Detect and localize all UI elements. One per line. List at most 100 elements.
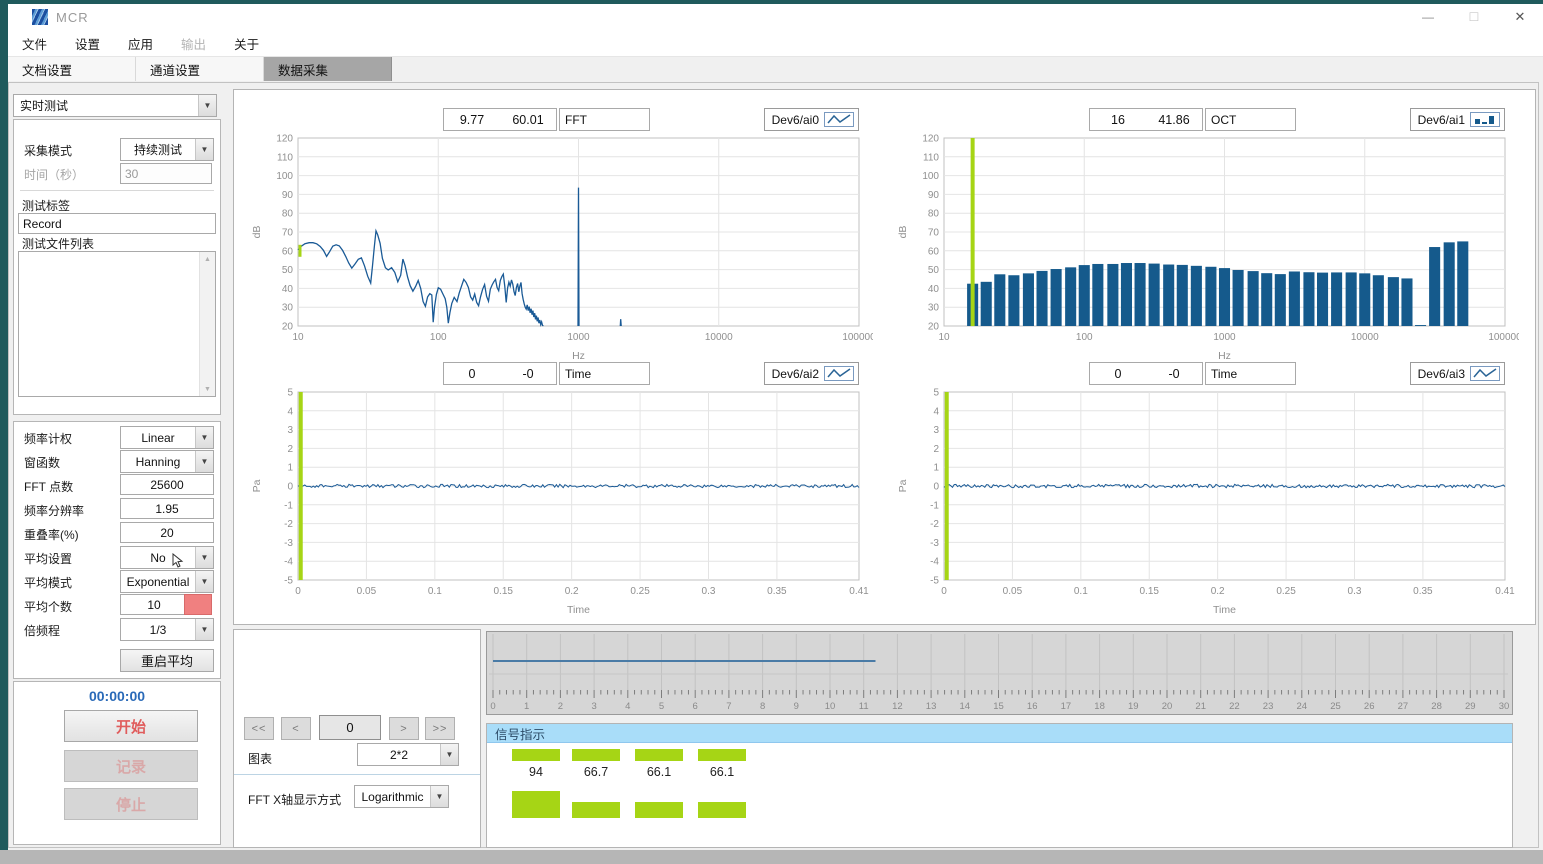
svg-text:5: 5 <box>659 701 664 712</box>
chart-header: 0 -0 Time Dev6/ai2 <box>248 362 873 386</box>
plot-area[interactable]: -5-4-3-2-101234500.050.10.150.20.250.30.… <box>894 386 1519 616</box>
plot-area[interactable]: 2030405060708090100110120101001000100001… <box>894 132 1519 362</box>
test-tag-input[interactable] <box>18 213 216 234</box>
test-file-listbox[interactable]: ▲ ▼ <box>18 251 216 397</box>
tab-channel-settings[interactable]: 通道设置 <box>136 57 264 81</box>
signal-panel-title: 信号指示 <box>487 724 1512 743</box>
channel-selector[interactable]: Dev6/ai0 <box>764 108 859 131</box>
analysis-row-select[interactable]: Hanning▼ <box>120 450 214 473</box>
signal-level-value: 66.1 <box>635 765 683 779</box>
svg-text:4: 4 <box>287 406 293 417</box>
plot-area[interactable]: -5-4-3-2-101234500.050.10.150.20.250.30.… <box>248 386 873 616</box>
svg-text:19: 19 <box>1128 701 1139 712</box>
chevron-down-icon: ▼ <box>195 571 213 592</box>
svg-text:1: 1 <box>524 701 529 712</box>
svg-text:120: 120 <box>922 134 939 145</box>
svg-text:20: 20 <box>928 322 940 333</box>
chevron-down-icon: ▼ <box>440 744 458 765</box>
cursor-x-value: 0 <box>444 367 500 381</box>
nav-prev-button[interactable]: < <box>281 717 311 740</box>
chart-cell: 0 -0 Time Dev6/ai3 -5-4-3-2-101234500.05… <box>894 362 1519 616</box>
svg-text:15: 15 <box>993 701 1004 712</box>
record-timeline[interactable]: 0123456789101112131415161718192021222324… <box>486 631 1513 715</box>
tab-page-content: 实时测试 ▼ 采集模式 持续测试 ▼ 时间（秒） 测试标签 测试文件列表 ▲ <box>8 82 1539 848</box>
cursor-y-value: -0 <box>1146 367 1202 381</box>
cursor-y-value: -0 <box>500 367 556 381</box>
analysis-row-select[interactable]: No▼ <box>120 546 214 569</box>
start-button[interactable]: 开始 <box>64 710 198 742</box>
tab-document-settings[interactable]: 文档设置 <box>8 57 136 81</box>
scroll-up-icon[interactable]: ▲ <box>200 252 215 266</box>
svg-text:9: 9 <box>794 701 799 712</box>
svg-text:-3: -3 <box>284 538 293 549</box>
chart-layout-select[interactable]: 2*2 ▼ <box>357 743 459 766</box>
svg-text:Time: Time <box>567 604 590 616</box>
app-logo-icon <box>32 9 48 25</box>
analysis-row-input[interactable] <box>120 522 214 543</box>
svg-text:28: 28 <box>1431 701 1442 712</box>
channel-selector[interactable]: Dev6/ai3 <box>1410 362 1505 385</box>
test-mode-select[interactable]: 实时测试 ▼ <box>13 94 217 117</box>
acq-mode-label: 采集模式 <box>24 142 72 159</box>
analysis-row-select[interactable]: Linear▼ <box>120 426 214 449</box>
svg-text:-5: -5 <box>284 576 293 587</box>
channel-selector[interactable]: Dev6/ai2 <box>764 362 859 385</box>
svg-text:90: 90 <box>928 190 940 201</box>
svg-text:30: 30 <box>1499 701 1510 712</box>
cursor-readout: 9.77 60.01 <box>443 108 557 131</box>
svg-text:4: 4 <box>625 701 630 712</box>
restart-average-button[interactable]: 重启平均 <box>120 649 214 672</box>
svg-text:22: 22 <box>1229 701 1240 712</box>
cursor-y-value: 60.01 <box>500 113 556 127</box>
menu-about[interactable]: 关于 <box>220 34 273 53</box>
fft-xaxis-select[interactable]: Logarithmic ▼ <box>354 785 449 808</box>
analysis-row-input[interactable] <box>120 498 214 519</box>
nav-first-button[interactable]: << <box>244 717 274 740</box>
analysis-row-input[interactable] <box>120 474 214 495</box>
chart-type-field[interactable]: Time <box>1205 362 1296 385</box>
nav-last-button[interactable]: >> <box>425 717 455 740</box>
maximize-icon[interactable]: ☐ <box>1451 4 1497 30</box>
svg-text:2: 2 <box>558 701 563 712</box>
signal-level-bar <box>572 802 620 818</box>
analysis-row-select[interactable]: Exponential▼ <box>120 570 214 593</box>
tab-data-acquisition[interactable]: 数据采集 <box>264 57 392 81</box>
menu-application[interactable]: 应用 <box>114 34 167 53</box>
svg-text:29: 29 <box>1465 701 1476 712</box>
timeline-ruler[interactable]: 0123456789101112131415161718192021222324… <box>487 632 1510 712</box>
analysis-row-select[interactable]: 1/3▼ <box>120 618 214 641</box>
acq-mode-select[interactable]: 持续测试 ▼ <box>120 138 214 161</box>
minimize-icon[interactable]: — <box>1405 4 1451 30</box>
nav-next-button[interactable]: > <box>389 717 419 740</box>
chart-layout-label: 图表 <box>248 750 272 767</box>
svg-text:5: 5 <box>287 388 293 399</box>
svg-text:0.05: 0.05 <box>1003 586 1023 597</box>
menu-file[interactable]: 文件 <box>8 34 61 53</box>
svg-text:0.1: 0.1 <box>428 586 442 597</box>
analysis-row-input[interactable] <box>120 594 188 615</box>
svg-text:-2: -2 <box>930 519 939 530</box>
cursor-readout: 0 -0 <box>1089 362 1203 385</box>
svg-text:0.35: 0.35 <box>1413 586 1433 597</box>
channel-selector[interactable]: Dev6/ai1 <box>1410 108 1505 131</box>
svg-text:0.2: 0.2 <box>565 586 579 597</box>
plot-area[interactable]: 2030405060708090100110120101001000100001… <box>248 132 873 362</box>
mouse-cursor <box>172 553 184 569</box>
chevron-down-icon: ▼ <box>198 95 216 116</box>
svg-text:8: 8 <box>760 701 765 712</box>
svg-text:40: 40 <box>928 284 940 295</box>
svg-text:20: 20 <box>1162 701 1173 712</box>
svg-text:1000: 1000 <box>567 332 590 343</box>
svg-text:90: 90 <box>282 190 294 201</box>
svg-text:100: 100 <box>276 171 293 182</box>
chart-type-field[interactable]: FFT <box>559 108 650 131</box>
page-index-field[interactable]: 0 <box>319 715 381 740</box>
chart-type-field[interactable]: Time <box>559 362 650 385</box>
close-icon[interactable]: ✕ <box>1497 4 1543 30</box>
chart-type-field[interactable]: OCT <box>1205 108 1296 131</box>
analysis-row-label: FFT 点数 <box>24 478 73 495</box>
svg-text:-3: -3 <box>930 538 939 549</box>
scroll-down-icon[interactable]: ▼ <box>200 382 215 396</box>
scrollbar[interactable]: ▲ ▼ <box>199 252 215 396</box>
menu-settings[interactable]: 设置 <box>61 34 114 53</box>
